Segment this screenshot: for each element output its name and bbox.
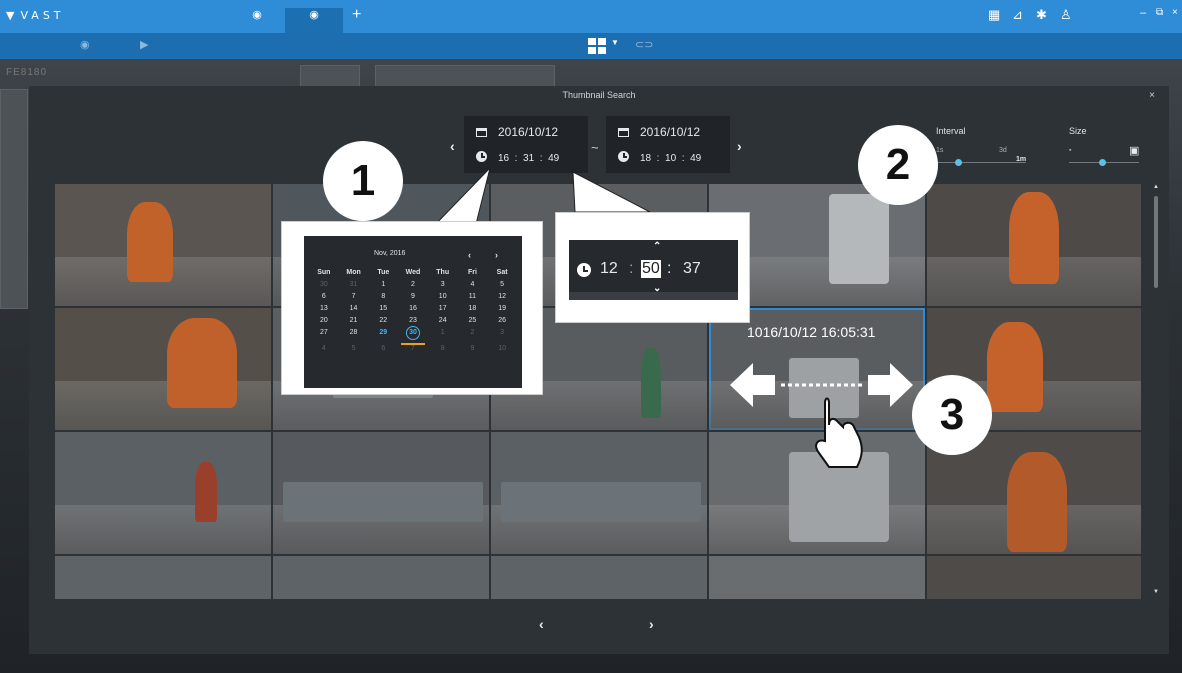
calendar-day[interactable]: 9 [398, 293, 428, 300]
calendar-next-month-button[interactable]: › [495, 250, 498, 260]
calendar-prev-month-button[interactable]: ‹ [468, 250, 471, 260]
calendar-day[interactable]: 2 [458, 329, 488, 340]
calendar-day[interactable]: 18 [458, 305, 488, 312]
callout-pointer-2 [572, 171, 651, 213]
weekday-header: Tue [377, 269, 390, 276]
time-editor-footer [569, 292, 738, 300]
callout-pointers [428, 166, 651, 233]
time-editor-popup: ⌃ 12 : 50 : 37 ⌄ [555, 212, 750, 323]
calendar-day[interactable]: 24 [428, 317, 458, 324]
calendar-month-label: Nov, 2016 [374, 250, 406, 257]
calendar-day[interactable]: 4 [458, 281, 488, 288]
time-editor-panel: ⌃ 12 : 50 : 37 ⌄ [569, 240, 738, 300]
arrow-right-icon [868, 363, 913, 407]
calendar-day[interactable]: 5 [339, 345, 369, 352]
weekday-header: Thu [436, 269, 450, 276]
calendar-day[interactable]: 17 [428, 305, 458, 312]
arrow-left-icon [730, 363, 775, 407]
calendar-day[interactable]: 8 [368, 293, 398, 300]
calendar-day[interactable]: 3 [428, 281, 458, 288]
calendar-day[interactable]: 14 [339, 305, 369, 312]
calendar-day-selected[interactable]: 30 [398, 326, 428, 345]
drag-gesture-overlay [730, 363, 913, 468]
calendar-day[interactable]: 8 [428, 345, 458, 352]
hand-pointer-icon [815, 397, 863, 468]
calendar-day[interactable]: 3 [487, 329, 517, 340]
time-second[interactable]: 37 [683, 260, 701, 278]
calendar-day[interactable]: 7 [398, 345, 428, 352]
calendar-popup: Nov, 2016 ‹ › Sun Mon Tue Wed Thu Fri Sa… [281, 221, 543, 395]
calendar-day[interactable]: 6 [368, 345, 398, 352]
calendar-day[interactable]: 10 [487, 345, 517, 352]
calendar-day[interactable]: 19 [487, 305, 517, 312]
calendar-day[interactable]: 21 [339, 317, 369, 324]
calendar-day[interactable]: 5 [487, 281, 517, 288]
calendar-day[interactable]: 22 [368, 317, 398, 324]
calendar-day[interactable]: 1 [428, 329, 458, 340]
calendar-day-today[interactable]: 29 [368, 329, 398, 340]
calendar-day[interactable]: 16 [398, 305, 428, 312]
calendar-days-grid: Sun Mon Tue Wed Thu Fri Sat 30 31 1 2 3 … [309, 269, 517, 352]
calendar-day[interactable]: 12 [487, 293, 517, 300]
calendar-day[interactable]: 15 [368, 305, 398, 312]
weekday-header: Fri [467, 269, 477, 276]
clock-icon [577, 263, 591, 277]
weekday-header: Wed [405, 269, 421, 276]
calendar-panel: Nov, 2016 ‹ › Sun Mon Tue Wed Thu Fri Sa… [304, 236, 522, 388]
time-separator: : [629, 260, 634, 277]
time-minute-selected[interactable]: 50 [641, 260, 661, 278]
calendar-day[interactable]: 27 [309, 329, 339, 340]
calendar-day[interactable]: 25 [458, 317, 488, 324]
calendar-day[interactable]: 10 [428, 293, 458, 300]
calendar-day[interactable]: 31 [339, 281, 369, 288]
calendar-day[interactable]: 23 [398, 317, 428, 324]
calendar-day[interactable]: 20 [309, 317, 339, 324]
calendar-day[interactable]: 28 [339, 329, 369, 340]
weekday-header: Mon [346, 269, 361, 276]
calendar-day[interactable]: 11 [458, 293, 488, 300]
weekday-header: Sun [317, 269, 331, 276]
calendar-day[interactable]: 26 [487, 317, 517, 324]
increment-icon[interactable]: ⌃ [653, 241, 661, 252]
weekday-header: Sat [496, 269, 508, 276]
callout-number: 3 [912, 375, 992, 455]
calendar-day[interactable]: 9 [458, 345, 488, 352]
calendar-day[interactable]: 6 [309, 293, 339, 300]
callout-number: 2 [858, 125, 938, 205]
calendar-day[interactable]: 13 [309, 305, 339, 312]
calendar-day[interactable]: 7 [339, 293, 369, 300]
calendar-day[interactable]: 2 [398, 281, 428, 288]
calendar-day[interactable]: 4 [309, 345, 339, 352]
calendar-day[interactable]: 1 [368, 281, 398, 288]
time-hour[interactable]: 12 [600, 260, 618, 278]
time-separator: : [667, 260, 672, 277]
calendar-day[interactable]: 30 [309, 281, 339, 288]
